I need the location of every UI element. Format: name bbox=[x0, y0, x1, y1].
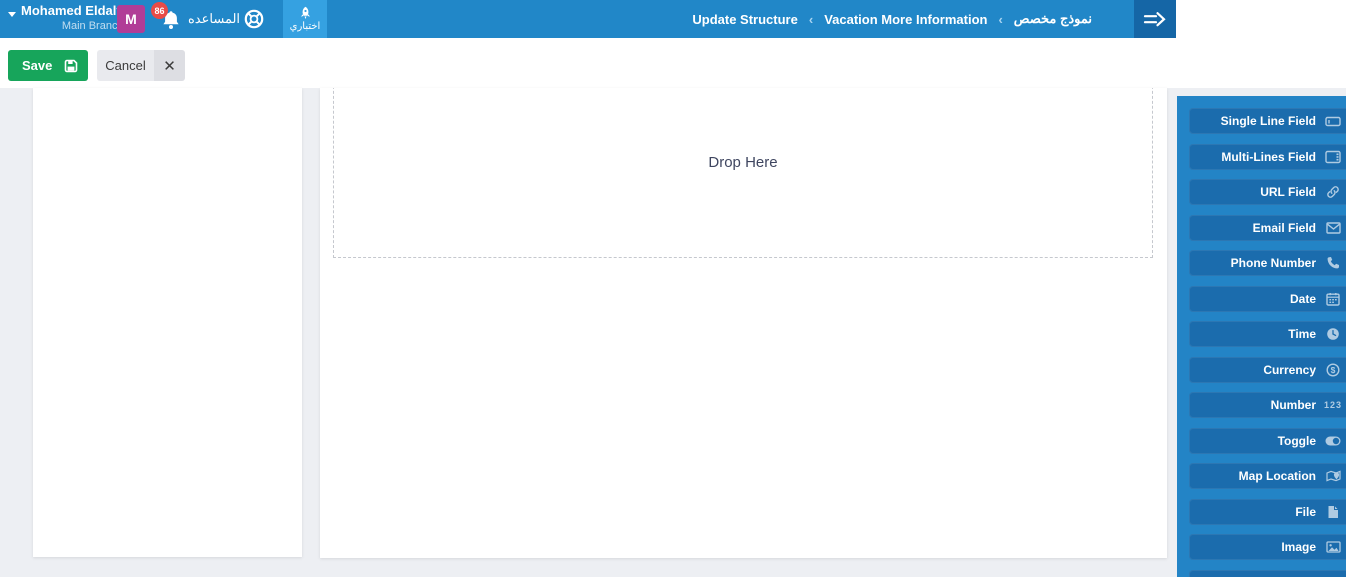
url-field-icon bbox=[1325, 185, 1341, 200]
rocket-icon bbox=[300, 6, 310, 20]
breadcrumb-custom-form[interactable]: نموذج مخصص bbox=[1014, 11, 1092, 27]
help-link[interactable]: المساعده bbox=[188, 0, 240, 38]
field-button-url[interactable]: URL Field bbox=[1189, 179, 1346, 205]
beta-tab-label: اختباري bbox=[289, 21, 321, 32]
drop-zone[interactable]: Drop Here bbox=[333, 88, 1153, 258]
field-toolbox-list: Single Line Field Multi-Lines Field URL … bbox=[1189, 108, 1346, 577]
save-icon bbox=[64, 59, 78, 72]
field-button-date[interactable]: Date bbox=[1189, 285, 1346, 312]
chevron-down-icon bbox=[8, 12, 16, 17]
field-button-single-line[interactable]: Single Line Field bbox=[1189, 108, 1346, 134]
field-button-map-location[interactable]: Map Location bbox=[1189, 463, 1346, 489]
drop-zone-placeholder: Drop Here bbox=[708, 153, 778, 171]
collapse-panel-button[interactable] bbox=[1134, 0, 1176, 38]
avatar-initial: M bbox=[125, 11, 137, 27]
toggle-icon bbox=[1325, 433, 1341, 448]
image-icon bbox=[1325, 540, 1341, 555]
notification-badge: 86 bbox=[151, 2, 168, 19]
time-icon bbox=[1325, 327, 1341, 342]
field-button-partial[interactable] bbox=[1189, 569, 1346, 577]
phone-number-icon bbox=[1325, 256, 1341, 271]
user-menu[interactable]: Mohamed Eldaly Main Branch bbox=[8, 3, 124, 33]
currency-icon: $ bbox=[1325, 362, 1341, 377]
file-icon bbox=[1325, 504, 1341, 519]
double-arrow-right-icon bbox=[1143, 11, 1166, 26]
beta-mode-tab[interactable]: اختباري bbox=[283, 0, 327, 38]
save-button-label: Save bbox=[22, 58, 53, 73]
user-branch: Main Branch bbox=[61, 20, 124, 32]
field-button-time[interactable]: Time bbox=[1189, 321, 1346, 347]
notifications-button[interactable]: 86 bbox=[151, 2, 187, 36]
breadcrumb-separator: ‹ bbox=[808, 11, 814, 27]
form-fields-panel bbox=[33, 88, 302, 557]
field-button-multi-lines[interactable]: Multi-Lines Field bbox=[1189, 143, 1346, 170]
save-button[interactable]: Save bbox=[8, 50, 88, 81]
email-field-icon bbox=[1325, 220, 1341, 235]
multi-lines-field-icon bbox=[1325, 149, 1341, 164]
form-canvas: Drop Here bbox=[320, 88, 1167, 558]
date-icon bbox=[1325, 291, 1341, 306]
field-toolbox-sidebar: Single Line Field Multi-Lines Field URL … bbox=[1177, 96, 1346, 577]
cancel-button[interactable]: Cancel bbox=[97, 50, 154, 81]
field-button-image[interactable]: Image bbox=[1189, 534, 1346, 560]
breadcrumb-separator: ‹ bbox=[998, 11, 1003, 27]
close-icon[interactable]: ✕ bbox=[154, 50, 185, 81]
action-toolbar: Save Cancel ✕ bbox=[0, 38, 1346, 88]
app-header: Mohamed Eldaly Main Branch M 86 المساعده… bbox=[0, 0, 1176, 38]
field-button-phone[interactable]: Phone Number bbox=[1189, 250, 1346, 276]
avatar[interactable]: M bbox=[117, 5, 145, 33]
cancel-button-group: Cancel ✕ bbox=[97, 50, 185, 81]
breadcrumb: Update Structure ‹ Vacation More Informa… bbox=[692, 0, 1092, 38]
lifebuoy-help-icon[interactable] bbox=[243, 8, 265, 30]
field-button-currency[interactable]: Currency $ bbox=[1189, 356, 1346, 383]
user-name: Mohamed Eldaly bbox=[21, 3, 124, 18]
breadcrumb-vacation-more-information[interactable]: Vacation More Information bbox=[824, 12, 987, 27]
single-line-field-icon bbox=[1325, 114, 1341, 129]
field-button-number[interactable]: Number 123 bbox=[1189, 392, 1346, 418]
number-icon: 123 bbox=[1323, 400, 1343, 410]
field-button-file[interactable]: File bbox=[1189, 498, 1346, 525]
field-button-toggle[interactable]: Toggle bbox=[1189, 427, 1346, 454]
field-button-email[interactable]: Email Field bbox=[1189, 214, 1346, 241]
map-location-icon bbox=[1325, 469, 1341, 484]
breadcrumb-update-structure[interactable]: Update Structure bbox=[692, 12, 797, 27]
svg-text:$: $ bbox=[1331, 365, 1336, 375]
